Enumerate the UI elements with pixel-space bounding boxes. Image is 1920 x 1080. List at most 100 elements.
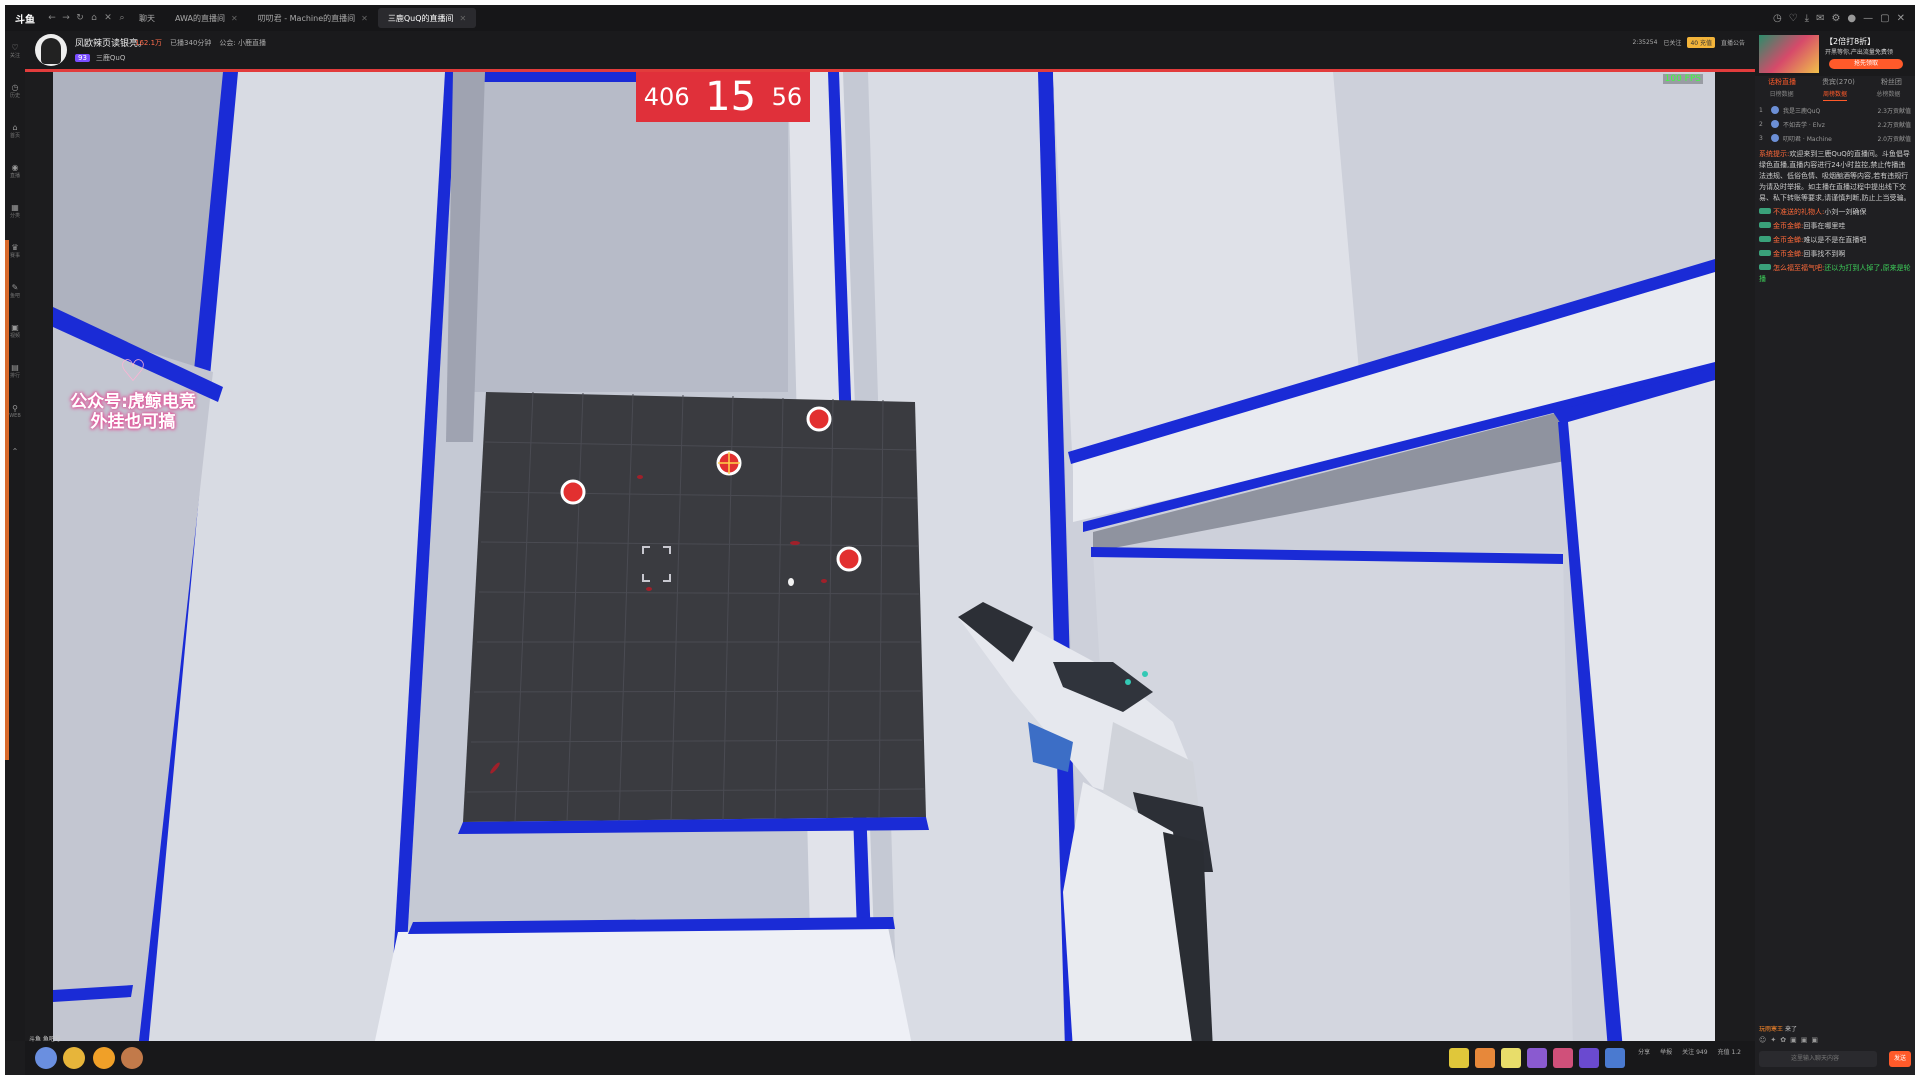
chat-text: 回事找不到啊	[1803, 250, 1846, 258]
sidebar-item-live[interactable]: ◉ 直播	[5, 151, 25, 191]
rank-name: 叨叨君 · Machine	[1783, 135, 1832, 143]
sidebar-item-follow[interactable]: ♡ 关注	[5, 31, 25, 71]
live-icon: ◉	[11, 163, 19, 172]
score-hits: 406	[643, 83, 690, 111]
tab-sanlu[interactable]: 三鹿QuQ的直播间 ✕	[377, 8, 477, 28]
tab-vip[interactable]: 贵宾(270)	[1822, 77, 1855, 89]
streamer-name[interactable]: 三鹿QuQ	[96, 53, 125, 63]
forward-icon[interactable]: →	[59, 13, 73, 23]
tab-live-fans[interactable]: 话粉直播	[1768, 77, 1796, 89]
tab-label: 三鹿QuQ的直播间	[387, 13, 454, 23]
recharge-button[interactable]: 40 充值	[1687, 37, 1715, 48]
rank-row[interactable]: 3 叨叨君 · Machine 2.0万贡献值	[1759, 131, 1911, 145]
cat-ears-logo: ♡	[119, 354, 147, 389]
search-icon[interactable]: ⌕	[115, 13, 129, 23]
tab-daily[interactable]: 日榜数据	[1770, 89, 1794, 101]
tab-total[interactable]: 总榜数据	[1876, 89, 1900, 101]
user-avatar[interactable]: ●	[1847, 13, 1856, 24]
message-icon[interactable]: ✉	[1816, 13, 1824, 24]
emoji-icon[interactable]: ☺	[1759, 1036, 1766, 1046]
close-window-icon[interactable]: ✕	[1897, 13, 1905, 24]
maximize-icon[interactable]: ▢	[1880, 13, 1889, 24]
trophy-icon[interactable]	[63, 1047, 85, 1069]
gift-icon[interactable]	[1527, 1048, 1547, 1068]
sidebar-item-category[interactable]: ▦ 分类	[5, 191, 25, 231]
gift-icon[interactable]	[1501, 1048, 1521, 1068]
promo-button[interactable]: 抢先领取	[1829, 59, 1903, 69]
chat-messages: 系统提示:欢迎来到三鹿QuQ的直播间。斗鱼倡导绿色直播,直播内容进行24小时监控…	[1759, 149, 1911, 285]
gift-icon[interactable]	[1579, 1048, 1599, 1068]
game-viewport[interactable]: 406 15 56 100 FPS ♡ 公众号:虎鲸电竞 外挂也可搞	[53, 72, 1715, 1050]
color-icon[interactable]: ▣	[1801, 1036, 1808, 1046]
settings-icon[interactable]: ⚙	[1831, 13, 1840, 24]
home-icon: ⌂	[12, 123, 18, 132]
gift-icon[interactable]: ✿	[1780, 1036, 1786, 1046]
tab-weekly[interactable]: 周榜数据	[1822, 89, 1847, 101]
room-id: 2:35254	[1632, 39, 1658, 46]
gift-icon[interactable]	[1605, 1048, 1625, 1068]
gift-icon[interactable]	[121, 1047, 143, 1069]
sidebar-item-label: 视频	[9, 333, 20, 339]
chat-username[interactable]: 金币金蝉:	[1773, 250, 1803, 258]
enter-username[interactable]: 玩雨寒王	[1759, 1026, 1783, 1033]
level-badge: 93	[75, 54, 90, 62]
gift-icon[interactable]	[1553, 1048, 1573, 1068]
color-icon[interactable]: ▣	[1790, 1036, 1797, 1046]
report-button[interactable]: 举报	[1660, 1047, 1672, 1056]
chat-message: 金币金蝉:回事在哪里哇	[1759, 221, 1911, 232]
tab-awa[interactable]: AWA的直播间 ✕	[165, 8, 248, 28]
close-icon[interactable]: ✕	[231, 14, 238, 23]
chat-username[interactable]: 金币金蝉:	[1773, 222, 1803, 230]
close-icon[interactable]: ✕	[460, 14, 467, 23]
egg-icon[interactable]	[93, 1047, 115, 1069]
fan-badge	[1759, 264, 1771, 270]
gift-icon[interactable]	[1475, 1048, 1495, 1068]
avatar	[1771, 120, 1779, 128]
gift-icon[interactable]	[1449, 1048, 1469, 1068]
refresh-icon[interactable]: ↻	[73, 13, 87, 23]
close-icon[interactable]: ✕	[361, 14, 368, 23]
sidebar-item-history[interactable]: ◷ 历史	[5, 71, 25, 111]
chat-username[interactable]: 怎么福至福气吧:	[1773, 264, 1824, 272]
back-icon[interactable]: ←	[45, 13, 59, 23]
history-icon[interactable]: ◷	[1773, 13, 1782, 24]
color-icon[interactable]: ▣	[1811, 1036, 1818, 1046]
rank-row[interactable]: 2 不如去学 · Elvz 2.2万贡献值	[1759, 117, 1911, 131]
download-icon[interactable]: ⤓	[1805, 13, 1809, 24]
gift-icon[interactable]	[35, 1047, 57, 1069]
system-message: 系统提示:欢迎来到三鹿QuQ的直播间。斗鱼倡导绿色直播,直播内容进行24小时监控…	[1759, 149, 1911, 204]
share-button[interactable]: 分享	[1638, 1047, 1650, 1056]
home-icon[interactable]: ⌂	[87, 13, 101, 23]
chat-username[interactable]: 不准送的礼物人:	[1773, 208, 1824, 216]
fan-badge-icon[interactable]: ✦	[1770, 1036, 1776, 1046]
rank-row[interactable]: 1 我是三鹿QuQ 2.3万贡献值	[1759, 103, 1911, 117]
video-icon: ▣	[11, 323, 19, 332]
minimize-icon[interactable]: —	[1863, 13, 1873, 24]
rank-amount: 2.3万贡献值	[1877, 107, 1911, 115]
send-button[interactable]: 发送	[1889, 1051, 1911, 1067]
streamer-avatar[interactable]	[35, 34, 67, 66]
chat-message: 不准送的礼物人:小刘一刘确保	[1759, 207, 1911, 218]
sidebar-item-label: 分类	[9, 213, 20, 219]
tab-machine[interactable]: 叨叨君 - Machine的直播间 ✕	[248, 8, 378, 28]
recharge-count[interactable]: 充值 1.2	[1718, 1047, 1741, 1056]
fish-icon: ✎	[11, 283, 19, 292]
promo-banner[interactable]: 【2倍打8折】 开黑等你,产出流量免费领 抢先领取	[1755, 31, 1915, 76]
announcement-link[interactable]: 直播公告	[1721, 38, 1745, 47]
fan-badge	[1759, 250, 1771, 256]
heart-icon: ♡	[11, 43, 19, 52]
chat-input[interactable]: 这里输入聊天内容	[1759, 1051, 1877, 1067]
sidebar-item-label: 赛事	[9, 253, 20, 259]
stream-guild[interactable]: 公会: 小鹿直播	[219, 38, 266, 48]
tab-fan-group[interactable]: 粉丝团	[1881, 77, 1902, 89]
avatar	[1771, 106, 1779, 114]
sidebar-item-home[interactable]: ⌂ 首页	[5, 111, 25, 151]
promo-subtitle: 开黑等你,产出流量免费领	[1825, 49, 1893, 56]
app-logo[interactable]: 斗鱼	[5, 5, 45, 31]
close-icon[interactable]: ✕	[101, 13, 115, 23]
follow-button[interactable]: 已关注	[1663, 38, 1681, 47]
stream-header: 凤欧辣页读银亮。 162.1万 已播340分钟 公会: 小鹿直播 93 三鹿Qu…	[25, 31, 1755, 69]
chat-username[interactable]: 金币金蝉:	[1773, 236, 1803, 244]
favorite-icon[interactable]: ♡	[1789, 13, 1798, 24]
tab-chat[interactable]: 聊天	[129, 8, 165, 28]
